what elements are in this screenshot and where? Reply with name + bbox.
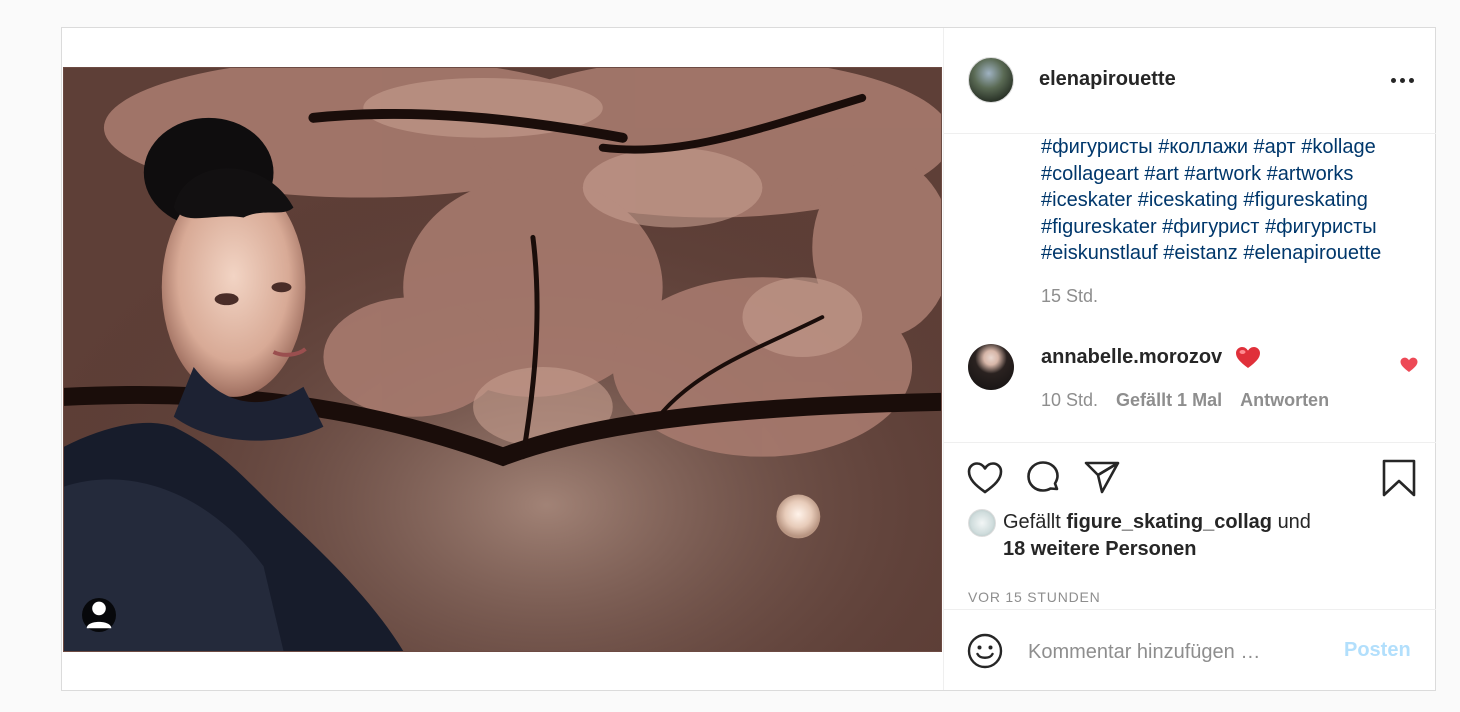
post-side-panel: elenapirouette #фигуристы #коллажи #арт … bbox=[943, 28, 1436, 690]
post-photo[interactable] bbox=[63, 67, 942, 652]
comment-heart-icon[interactable] bbox=[1400, 357, 1418, 373]
liker-username[interactable]: figure_skating_collag bbox=[1066, 511, 1272, 533]
caption-hashtag-line[interactable]: #фигуристы #коллажи #арт #kollage bbox=[1041, 134, 1421, 161]
emoji-icon[interactable] bbox=[967, 633, 1003, 669]
reply-button[interactable]: Antworten bbox=[1240, 390, 1329, 411]
add-comment-bar: Posten bbox=[944, 609, 1436, 691]
comment-icon[interactable] bbox=[1024, 459, 1062, 497]
liker-avatar[interactable] bbox=[968, 509, 996, 537]
share-icon[interactable] bbox=[1083, 459, 1121, 497]
caption-hashtag-line[interactable]: #iceskater #iceskating #figureskating bbox=[1041, 187, 1421, 214]
bookmark-icon[interactable] bbox=[1380, 459, 1418, 497]
comment-username[interactable]: annabelle.morozov bbox=[1041, 346, 1222, 369]
comment-time[interactable]: 10 Std. bbox=[1041, 390, 1098, 411]
comment-meta: 10 Std. Gefällt 1 Mal Antworten bbox=[1041, 390, 1329, 411]
more-horizontal-icon[interactable] bbox=[1391, 78, 1415, 84]
caption-time[interactable]: 15 Std. bbox=[1041, 286, 1098, 307]
post-card: elenapirouette #фигуристы #коллажи #арт … bbox=[61, 27, 1436, 691]
user-tag-button[interactable] bbox=[82, 598, 116, 632]
post-header: elenapirouette bbox=[944, 28, 1436, 134]
owner-avatar[interactable] bbox=[968, 57, 1014, 103]
likes-prefix: Gefällt bbox=[1003, 511, 1061, 533]
post-comment-button[interactable]: Posten bbox=[1344, 639, 1411, 662]
commenter-avatar[interactable] bbox=[968, 344, 1014, 390]
caption-hashtag-line[interactable]: #collageart #art #artwork #artworks bbox=[1041, 161, 1421, 188]
owner-username[interactable]: elenapirouette bbox=[1039, 68, 1176, 91]
post-actions: Gefällt figure_skating_collag und 18 wei… bbox=[944, 442, 1436, 610]
likes-others[interactable]: 18 weitere Personen bbox=[1003, 538, 1196, 560]
heart-emoji bbox=[1235, 346, 1261, 370]
post-timestamp[interactable]: VOR 15 STUNDEN bbox=[968, 589, 1101, 605]
collage-artwork bbox=[64, 68, 941, 651]
caption-hashtag-line[interactable]: #figureskater #фигурист #фигуристы bbox=[1041, 214, 1421, 241]
caption-hashtag-line[interactable]: #eiskunstlauf #eistanz #elenapirouette bbox=[1041, 240, 1421, 267]
comment-input[interactable] bbox=[1026, 636, 1330, 668]
comment-likes-count[interactable]: Gefällt 1 Mal bbox=[1116, 390, 1222, 411]
likes-summary: Gefällt figure_skating_collag und 18 wei… bbox=[1003, 509, 1403, 563]
post-media bbox=[62, 28, 943, 690]
likes-connector: und bbox=[1277, 511, 1311, 533]
post-caption: #фигуристы #коллажи #арт #kollage #colla… bbox=[1041, 134, 1421, 267]
user-tag-icon bbox=[86, 601, 112, 629]
heart-icon[interactable] bbox=[966, 459, 1004, 497]
